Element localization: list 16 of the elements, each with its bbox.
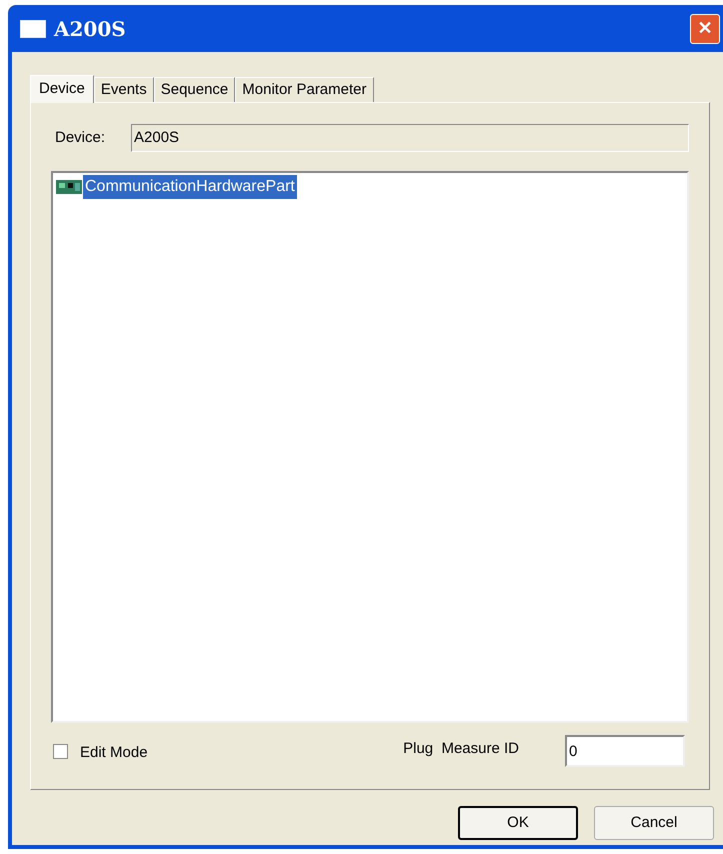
edit-mode-checkbox[interactable] (53, 744, 68, 758)
plug-measure-id-field[interactable]: 0 (565, 735, 685, 767)
window-title: A200S (54, 16, 126, 42)
tab[interactable]: Sequence (154, 77, 236, 102)
edit-mode-label: Edit Mode (80, 742, 148, 763)
device-label: Device: (55, 128, 106, 148)
plug-measure-id-label: Plug Measure ID (403, 738, 519, 759)
tab[interactable]: Events (94, 77, 154, 102)
dialog-button[interactable]: Cancel (594, 806, 714, 840)
window-icon (20, 20, 46, 38)
tab[interactable]: Monitor Parameter (235, 77, 374, 102)
dialog-button[interactable]: OK (458, 806, 578, 840)
tab[interactable]: Device (30, 75, 94, 103)
hardware-icon (55, 177, 83, 197)
close-button[interactable]: ✕ (690, 14, 720, 44)
device-field: A200S (131, 124, 689, 152)
